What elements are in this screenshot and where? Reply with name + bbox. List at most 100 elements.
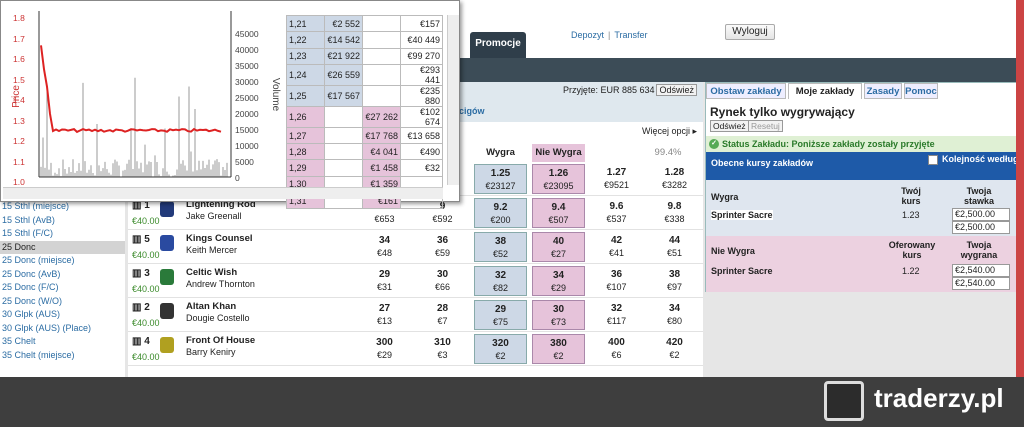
odds-cell[interactable]: 32 €117 bbox=[590, 300, 643, 330]
tab-promotions[interactable]: Promocje bbox=[470, 32, 526, 58]
odds-cell[interactable]: 32 €82 bbox=[474, 266, 527, 296]
odds-cell[interactable]: 38 €97 bbox=[648, 266, 701, 296]
ladder-back-volume[interactable]: €14 542 bbox=[324, 31, 363, 49]
ladder-lay-volume[interactable] bbox=[362, 14, 401, 33]
tab-help[interactable]: Pomoc bbox=[904, 83, 938, 99]
volume-tick: 20000 bbox=[235, 109, 259, 119]
refresh-bets-button[interactable]: Odśwież bbox=[710, 120, 749, 132]
odds-cell[interactable]: 42 €41 bbox=[590, 232, 643, 262]
ladder-price[interactable]: 1,28 bbox=[286, 143, 325, 161]
ladder-back-volume[interactable]: €26 559 bbox=[324, 63, 363, 86]
lay-col-win: Twoja wygrana bbox=[960, 240, 998, 260]
odds-cell[interactable]: 400 €6 bbox=[590, 334, 643, 364]
odds-cell[interactable]: 420 €2 bbox=[648, 334, 701, 364]
odds-cell[interactable]: 300 €29 bbox=[358, 334, 411, 364]
ladder-back-volume[interactable] bbox=[324, 105, 363, 128]
odds-cell[interactable]: 9.8 €338 bbox=[648, 198, 701, 228]
race-list-item[interactable]: 35 Chelt (miejsce) bbox=[0, 349, 125, 363]
race-list-item[interactable]: 15 Sthl (F/C) bbox=[0, 227, 125, 241]
more-options-link[interactable]: Więcej opcji ▸ bbox=[642, 126, 697, 137]
odds-cell[interactable]: 9.2 €200 bbox=[474, 198, 527, 228]
ladder-price[interactable]: 1,27 bbox=[286, 126, 325, 145]
horse-name[interactable]: Front Of House bbox=[186, 335, 255, 346]
odds-cell[interactable]: 29 €75 bbox=[474, 300, 527, 330]
horse-name[interactable]: Celtic Wish bbox=[186, 267, 237, 278]
race-list-item[interactable]: 15 Sthl (miejsce) bbox=[0, 200, 125, 214]
odds-cell[interactable]: 29 €31 bbox=[358, 266, 411, 296]
race-list-item[interactable]: 25 Donc (AvB) bbox=[0, 268, 125, 282]
ladder-price[interactable]: 1,29 bbox=[286, 159, 325, 177]
ladder-back-volume[interactable]: €2 552 bbox=[324, 14, 363, 33]
deposit-link[interactable]: Depozyt bbox=[571, 30, 604, 40]
ladder-back-volume[interactable]: €21 922 bbox=[324, 47, 363, 65]
ladder-lay-volume[interactable] bbox=[362, 47, 401, 65]
race-list-item[interactable]: 30 Glpk (AUS) (Place) bbox=[0, 322, 125, 336]
order-checkbox[interactable] bbox=[928, 155, 938, 165]
ladder-price[interactable]: 1,25 bbox=[286, 84, 325, 107]
ladder-lay-volume[interactable]: €17 768 bbox=[362, 126, 401, 145]
ladder-price[interactable]: 1,21 bbox=[286, 14, 325, 33]
odds-cell[interactable]: 320 €2 bbox=[474, 334, 527, 364]
tab-place-bets[interactable]: Obstaw zakłady bbox=[706, 83, 786, 99]
ladder-lay-volume[interactable]: €1 458 bbox=[362, 159, 401, 177]
race-list-item[interactable]: 25 Donc (miejsce) bbox=[0, 254, 125, 268]
ladder-lay-volume[interactable] bbox=[362, 84, 401, 107]
runner-row: ▥ 3 €40.00 Celtic Wish Andrew Thornton 29 €31… bbox=[128, 264, 703, 298]
horse-name[interactable]: Altan Khan bbox=[186, 301, 236, 312]
odds-cell[interactable]: 34 €29 bbox=[532, 266, 585, 296]
price-tick: 1.0 bbox=[13, 177, 25, 187]
volume-tick: 0 bbox=[235, 173, 240, 183]
race-list-item[interactable]: 30 Glpk (AUS) bbox=[0, 308, 125, 322]
ladder-price[interactable]: 1,23 bbox=[286, 47, 325, 65]
ladder-lay-volume[interactable]: €4 041 bbox=[362, 143, 401, 161]
ladder-lay-volume[interactable] bbox=[362, 31, 401, 49]
horse-name[interactable]: Kings Counsel bbox=[186, 233, 253, 244]
ladder-back-volume[interactable] bbox=[324, 126, 363, 145]
chart-horizontal-scrollbar[interactable] bbox=[3, 187, 443, 199]
odds-cell[interactable]: 34 €80 bbox=[648, 300, 701, 330]
race-list-item[interactable]: 25 Donc (F/C) bbox=[0, 281, 125, 295]
refresh-button[interactable]: Odśwież bbox=[656, 84, 697, 96]
race-list-item[interactable]: 35 Chelt bbox=[0, 335, 125, 349]
ladder-price[interactable]: 1,24 bbox=[286, 63, 325, 86]
ladder-back-volume[interactable] bbox=[324, 159, 363, 177]
ladder-lay-volume[interactable] bbox=[362, 63, 401, 86]
odds-cell[interactable]: 27 €13 bbox=[358, 300, 411, 330]
race-list-item[interactable]: 25 Donc bbox=[0, 240, 125, 254]
back-runner: Sprinter Sacre bbox=[711, 210, 773, 220]
ladder-back-volume[interactable] bbox=[324, 143, 363, 161]
odds-cell[interactable]: 1.26 €23095 bbox=[532, 164, 585, 194]
ladder-price[interactable]: 1,22 bbox=[286, 31, 325, 49]
odds-cell[interactable]: 38 €52 bbox=[474, 232, 527, 262]
odds-cell[interactable]: 44 €51 bbox=[648, 232, 701, 262]
odds-cell[interactable]: 36 €107 bbox=[590, 266, 643, 296]
odds-cell[interactable]: 1.28 €3282 bbox=[648, 164, 701, 194]
odds-cell[interactable]: 380 €2 bbox=[532, 334, 585, 364]
logout-button[interactable]: Wyloguj bbox=[725, 24, 775, 40]
odds-cell[interactable]: 34 €48 bbox=[358, 232, 411, 262]
odds-cell[interactable]: 30 €66 bbox=[416, 266, 469, 296]
tab-rules[interactable]: Zasady bbox=[864, 83, 902, 99]
ladder-price[interactable]: 1,26 bbox=[286, 105, 325, 128]
runner-row: ▥ 5 €40.00 Kings Counsel Keith Mercer 34 €48 3… bbox=[128, 230, 703, 264]
odds-cell[interactable]: 28 €7 bbox=[416, 300, 469, 330]
race-list-item[interactable]: 25 Donc (W/O) bbox=[0, 295, 125, 309]
ladder-traded-volume: €235 880 bbox=[400, 84, 443, 107]
tab-my-bets[interactable]: Moje zakłady bbox=[788, 83, 862, 99]
transfer-link[interactable]: Transfer bbox=[614, 30, 647, 40]
odds-cell[interactable]: 30 €73 bbox=[532, 300, 585, 330]
odds-cell[interactable]: 9.6 €537 bbox=[590, 198, 643, 228]
odds-cell[interactable]: 310 €3 bbox=[416, 334, 469, 364]
ladder-back-volume[interactable]: €17 567 bbox=[324, 84, 363, 107]
ladder-lay-volume[interactable]: €27 262 bbox=[362, 105, 401, 128]
lay-stake-field[interactable]: €2,540.00 bbox=[952, 264, 1010, 277]
odds-cell[interactable]: 1.25 €23127 bbox=[474, 164, 527, 194]
odds-cell[interactable]: 40 €27 bbox=[532, 232, 585, 262]
odds-cell[interactable]: 36 €59 bbox=[416, 232, 469, 262]
reset-button[interactable]: Resetuj bbox=[748, 120, 783, 132]
ladder-scrollbar[interactable] bbox=[447, 15, 459, 185]
odds-cell[interactable]: 9.4 €507 bbox=[532, 198, 585, 228]
race-list-item[interactable]: 15 Sthl (AvB) bbox=[0, 214, 125, 228]
odds-cell[interactable]: 1.27 €9521 bbox=[590, 164, 643, 194]
back-stake-field[interactable]: €2,500.00 bbox=[952, 208, 1010, 221]
